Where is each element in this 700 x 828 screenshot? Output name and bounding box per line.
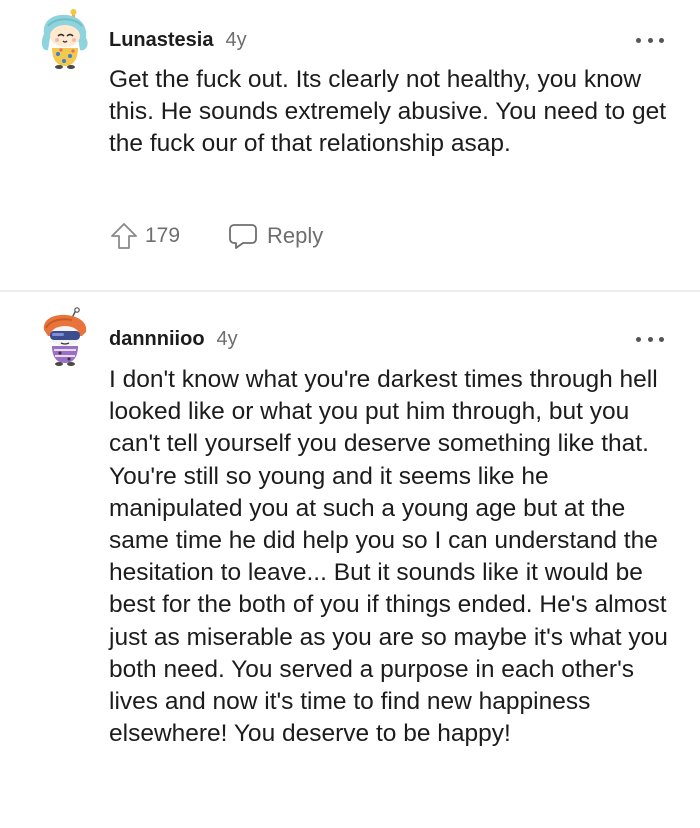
upvote-arrow-icon — [111, 223, 137, 249]
more-options-button[interactable] — [636, 331, 664, 347]
more-options-button[interactable] — [636, 32, 664, 48]
upvote-count: 179 — [145, 224, 181, 247]
username[interactable]: dannniioo — [109, 328, 205, 351]
more-options-dot — [659, 336, 664, 342]
more-options-icon — [636, 37, 641, 43]
comment-body: Get the fuck out. Its clearly not health… — [109, 66, 667, 158]
more-options-icon — [636, 336, 641, 342]
speech-bubble-icon — [229, 224, 257, 249]
more-options-dot — [659, 37, 664, 43]
comment-age: 4y — [225, 28, 247, 51]
comment-meta: dannniioo 4y — [109, 325, 238, 353]
comment-2: dannniioo 4y I don't know what you're da… — [0, 292, 700, 828]
more-options-dot — [647, 336, 653, 342]
snoo-avatar-icon — [41, 9, 88, 69]
more-options-dot — [647, 37, 653, 43]
comment-age: 4y — [216, 327, 238, 350]
comment-actions: 179 Reply — [109, 216, 323, 256]
comment-1: Lunastesia 4y Get the fuck out. Its clea… — [0, 0, 700, 290]
comment-meta: Lunastesia 4y — [109, 26, 247, 54]
reply-button[interactable]: Reply — [228, 221, 323, 251]
user-avatar-lunastesia[interactable] — [34, 8, 96, 70]
reply-label: Reply — [267, 223, 324, 248]
comment-body: I don't know what you're darkest times t… — [109, 366, 668, 748]
username[interactable]: Lunastesia — [109, 29, 213, 52]
user-avatar-dannniioo[interactable] — [34, 306, 96, 368]
snoo-avatar-icon — [43, 307, 87, 366]
upvote-button[interactable]: 179 — [109, 221, 180, 251]
